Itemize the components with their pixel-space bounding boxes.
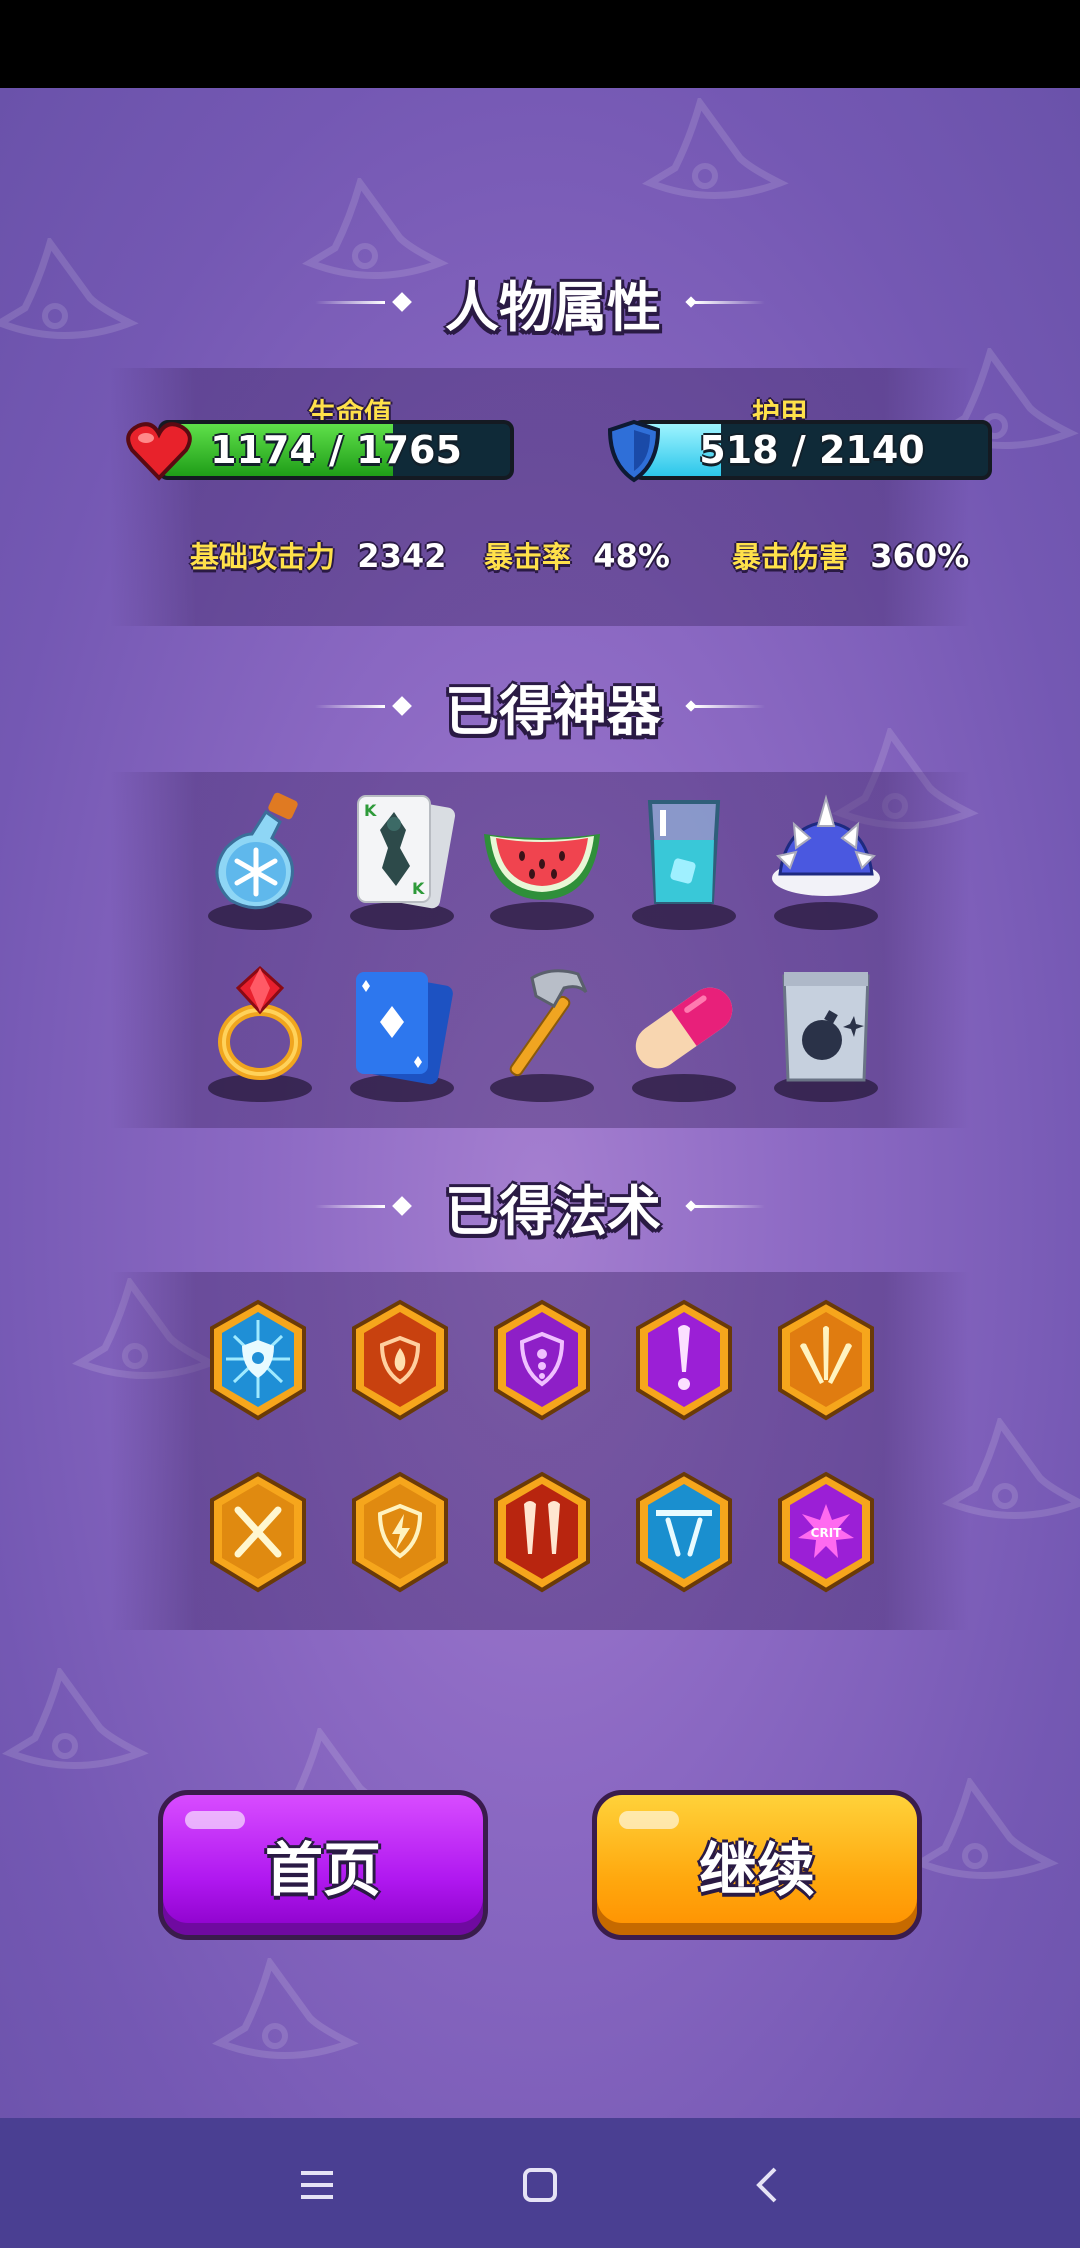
double-fang-icon bbox=[494, 1471, 590, 1593]
arcane-shield-icon bbox=[494, 1299, 590, 1421]
hp-value: 1174 / 1765 bbox=[210, 428, 462, 472]
artifacts-panel: K K bbox=[110, 772, 970, 1128]
fire-shield-icon bbox=[352, 1299, 448, 1421]
spells-panel: CRIT bbox=[110, 1272, 970, 1630]
spell-double-fang[interactable] bbox=[492, 1470, 592, 1594]
spells-title: 已得法术 bbox=[445, 1179, 661, 1243]
system-navigation-bar bbox=[0, 2118, 1080, 2248]
attack-label: 基础攻击力 bbox=[190, 540, 336, 574]
hammer-icon bbox=[509, 969, 588, 1077]
crit-rate-stat: 暴击率 48% bbox=[484, 534, 670, 576]
hp-bar: 1174 / 1765 bbox=[158, 420, 514, 480]
menu-button[interactable] bbox=[282, 2150, 352, 2220]
artifact-bomb-bag[interactable] bbox=[766, 962, 886, 1102]
armor-shield-icon bbox=[607, 419, 661, 483]
triple-shot-icon bbox=[778, 1299, 874, 1421]
crit-text: CRIT bbox=[811, 1526, 843, 1540]
crit-burst-icon: CRIT bbox=[778, 1471, 874, 1593]
wizard-hat-pattern-icon bbox=[642, 98, 789, 199]
status-bar bbox=[0, 0, 1080, 88]
crit-rate-label: 暴击率 bbox=[484, 540, 572, 574]
continue-button[interactable]: 继续 bbox=[592, 1790, 922, 1940]
magic-bolt-icon bbox=[636, 1299, 732, 1421]
armor-value: 518 / 2140 bbox=[699, 428, 925, 472]
svg-text:K: K bbox=[364, 801, 377, 820]
spell-ice-shield[interactable] bbox=[208, 1298, 308, 1422]
title-ornament-left bbox=[315, 1196, 419, 1216]
continue-button-label: 继续 bbox=[698, 1836, 815, 1904]
crit-rate-value: 48% bbox=[593, 537, 670, 575]
ice-water-glass-icon bbox=[647, 800, 721, 904]
attributes-section-title: 人物属性 bbox=[0, 262, 1080, 342]
spells-section-title: 已得法术 bbox=[0, 1166, 1080, 1246]
snowflake-potion-icon bbox=[215, 792, 298, 910]
spell-crit-burst[interactable]: CRIT bbox=[776, 1470, 876, 1594]
attack-stat: 基础攻击力 2342 bbox=[190, 534, 446, 576]
crit-damage-label: 暴击伤害 bbox=[732, 540, 849, 574]
artifact-diamond-cards[interactable] bbox=[342, 962, 462, 1102]
artifact-king-of-clubs-cards[interactable]: K K bbox=[342, 790, 462, 930]
crit-damage-stat: 暴击伤害 360% bbox=[732, 534, 969, 576]
artifact-hammer[interactable] bbox=[482, 962, 602, 1102]
attributes-panel: 生命值 1174 / 1765 护甲 518 / 2140 bbox=[110, 368, 992, 626]
artifact-ice-water-glass[interactable] bbox=[624, 790, 744, 930]
artifact-watermelon-slice[interactable] bbox=[482, 790, 602, 930]
title-ornament-right bbox=[685, 1200, 765, 1212]
armor-bar: 518 / 2140 bbox=[632, 420, 992, 480]
spell-fire-shield[interactable] bbox=[350, 1298, 450, 1422]
menu-icon bbox=[301, 2171, 333, 2199]
crossed-swords-icon bbox=[210, 1471, 306, 1593]
home-button[interactable]: 首页 bbox=[158, 1790, 488, 1940]
spell-magic-bolt[interactable] bbox=[634, 1298, 734, 1422]
spell-lightning-shield[interactable] bbox=[350, 1470, 450, 1594]
back-icon bbox=[756, 2167, 777, 2203]
attributes-title: 人物属性 bbox=[445, 275, 661, 339]
artifact-snowflake-potion[interactable] bbox=[200, 790, 320, 930]
artifact-ruby-ring[interactable] bbox=[200, 962, 320, 1102]
pill-capsule-icon bbox=[635, 987, 733, 1069]
artifacts-section-title: 已得神器 bbox=[0, 666, 1080, 746]
home-square-icon bbox=[523, 2168, 557, 2202]
title-ornament-left bbox=[315, 292, 419, 312]
spell-arcane-shield[interactable] bbox=[492, 1298, 592, 1422]
ruby-ring-icon bbox=[218, 965, 302, 1080]
bomb-bag-icon bbox=[782, 972, 870, 1082]
home-nav-button[interactable] bbox=[505, 2150, 575, 2220]
wizard-hat-pattern-icon bbox=[212, 1958, 359, 2059]
attack-value: 2342 bbox=[357, 537, 447, 575]
title-ornament-left bbox=[315, 696, 419, 716]
king-of-clubs-cards-icon: K K bbox=[357, 795, 456, 909]
svg-text:K: K bbox=[412, 879, 425, 898]
artifact-pill-capsule[interactable] bbox=[624, 962, 744, 1102]
artifacts-title: 已得神器 bbox=[445, 679, 661, 743]
spell-crossed-swords[interactable] bbox=[208, 1470, 308, 1594]
watermelon-slice-icon bbox=[484, 834, 600, 900]
crit-damage-value: 360% bbox=[870, 537, 970, 575]
artifact-spiked-shell[interactable] bbox=[766, 790, 886, 930]
home-button-label: 首页 bbox=[264, 1836, 381, 1904]
diamond-cards-icon bbox=[356, 972, 453, 1085]
spell-ricochet[interactable] bbox=[634, 1470, 734, 1594]
ricochet-icon bbox=[636, 1471, 732, 1593]
wizard-hat-pattern-icon bbox=[912, 1778, 1059, 1879]
lightning-shield-icon bbox=[352, 1471, 448, 1593]
ice-shield-icon bbox=[210, 1299, 306, 1421]
wizard-hat-pattern-icon bbox=[2, 1668, 149, 1769]
heart-icon bbox=[126, 422, 192, 481]
back-nav-button[interactable] bbox=[732, 2150, 802, 2220]
title-ornament-right bbox=[685, 296, 765, 308]
title-ornament-right bbox=[685, 700, 765, 712]
spiked-shell-icon bbox=[772, 794, 880, 896]
spell-triple-shot[interactable] bbox=[776, 1298, 876, 1422]
